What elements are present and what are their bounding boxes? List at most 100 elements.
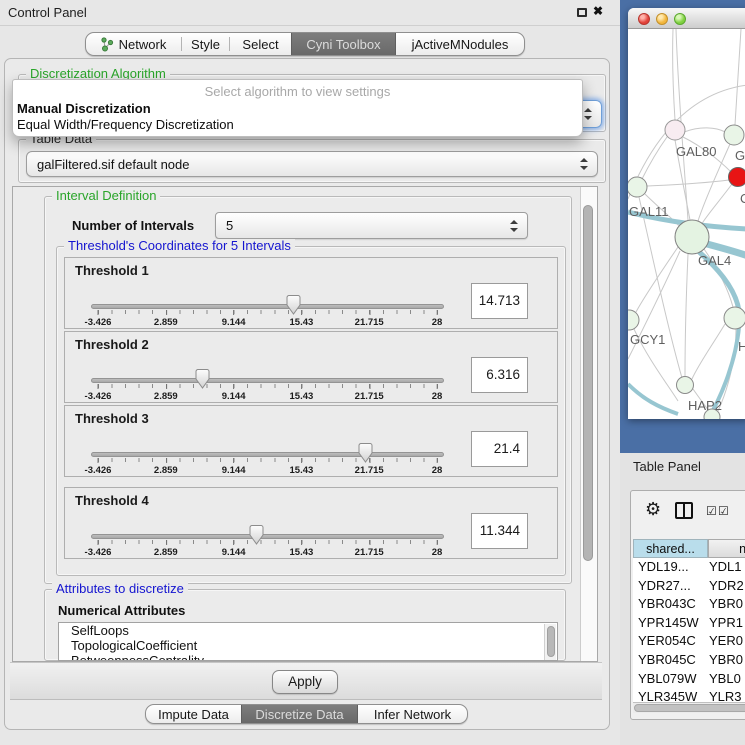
axis-tick-label: 9.144 xyxy=(222,547,246,558)
table-subwindow: ⚙ ☑ ☑ shared... na YDL19...YDL1YDR27...Y… xyxy=(630,490,745,720)
top-tab-bar: Network Style Select Cyni Toolbox jActiv… xyxy=(85,32,525,56)
tab-network[interactable]: Network xyxy=(86,33,181,55)
threshold-2-panel: Threshold 2 -3.4262.8599.14415.4321.7152… xyxy=(64,331,558,403)
table-row[interactable]: YDR27...YDR2 xyxy=(633,577,745,596)
table-row[interactable]: YLR345WYLR3 xyxy=(633,688,745,703)
horizontal-scrollbar-track[interactable] xyxy=(633,702,745,713)
threshold-4-value[interactable]: 11.344 xyxy=(471,513,528,549)
table-row[interactable]: YBR043CYBR0 xyxy=(633,595,745,614)
axis-tick-label: -3.426 xyxy=(85,465,112,476)
threshold-2-slider-track[interactable] xyxy=(91,378,444,383)
column-layout-icon[interactable] xyxy=(675,502,693,519)
numerical-attributes-list[interactable]: SelfLoopsTopologicalCoefficientBetweenne… xyxy=(58,622,558,661)
tab-select[interactable]: Select xyxy=(230,33,291,55)
threshold-1-value[interactable]: 14.713 xyxy=(471,283,528,319)
number-of-intervals-value: 5 xyxy=(226,213,233,239)
node-red[interactable] xyxy=(729,168,745,187)
close-traffic-light-icon[interactable] xyxy=(638,13,650,25)
cell-shared-name[interactable]: YBR043C xyxy=(633,595,709,614)
list-item[interactable]: TopologicalCoefficient xyxy=(59,638,557,653)
threshold-4-slider-track[interactable] xyxy=(91,534,444,539)
cell-shared-name[interactable]: YBL079W xyxy=(633,670,709,689)
cell-shared-name[interactable]: YBR045C xyxy=(633,651,709,670)
checkbox-column-icon[interactable]: ☑ xyxy=(706,504,717,518)
cell-name[interactable]: YBR0 xyxy=(709,595,743,614)
cell-shared-name[interactable]: YDL19... xyxy=(633,558,709,577)
dropdown-placeholder: Select algorithm to view settings xyxy=(13,84,582,99)
node-label-partial-top: GA xyxy=(735,148,745,163)
threshold-1-label: Threshold 1 xyxy=(75,263,149,278)
control-panel: Control Panel ✖ Network Style xyxy=(0,0,620,745)
tab-discretize-data-label: Discretize Data xyxy=(255,707,343,722)
number-of-intervals-spinner[interactable]: 5 xyxy=(215,212,528,239)
list-item[interactable]: BetweennessCentrality xyxy=(59,653,557,661)
axis-tick-label: 9.144 xyxy=(222,465,246,476)
tab-jactivemnodules[interactable]: jActiveMNodules xyxy=(396,33,524,55)
tab-style[interactable]: Style xyxy=(182,33,229,55)
axis-tick-label: 21.715 xyxy=(355,317,384,328)
column-header-name[interactable]: na xyxy=(708,539,745,558)
node-top-right[interactable] xyxy=(724,125,744,145)
cell-name[interactable]: YLR3 xyxy=(709,688,742,703)
apply-button[interactable]: Apply xyxy=(272,670,338,694)
checkbox-column-icon[interactable]: ☑ xyxy=(718,504,729,518)
threshold-3-slider-track[interactable] xyxy=(91,452,444,457)
table-header-row: shared... na xyxy=(633,539,745,558)
threshold-4-label: Threshold 4 xyxy=(75,493,149,508)
cell-shared-name[interactable]: YER054C xyxy=(633,632,709,651)
spinner-stepper-icon xyxy=(510,220,518,232)
zoom-traffic-light-icon[interactable] xyxy=(674,13,686,25)
cell-shared-name[interactable]: YPR145W xyxy=(633,614,709,633)
table-rows[interactable]: YDL19...YDL1YDR27...YDR2YBR043CYBR0YPR14… xyxy=(633,558,745,703)
axis-tick-label: 21.715 xyxy=(355,547,384,558)
cell-name[interactable]: YDR2 xyxy=(709,577,744,596)
threshold-2-value[interactable]: 6.316 xyxy=(471,357,528,393)
axis-tick-label: 2.859 xyxy=(154,391,178,402)
axis-tick-label: 28 xyxy=(432,391,443,402)
threshold-3-value[interactable]: 21.4 xyxy=(471,431,528,467)
list-item[interactable]: SelfLoops xyxy=(59,623,557,638)
cell-name[interactable]: YPR1 xyxy=(709,614,743,633)
table-row[interactable]: YBL079WYBL0 xyxy=(633,670,745,689)
cell-shared-name[interactable]: YDR27... xyxy=(633,577,709,596)
combo-stepper-icon xyxy=(584,108,592,120)
network-canvas[interactable]: GAL80 GA C GAL11 GAL4 GCY1 H HAP2 xyxy=(628,29,745,419)
cell-name[interactable]: YBL0 xyxy=(709,670,741,689)
vertical-scrollbar-thumb[interactable] xyxy=(583,205,593,561)
axis-tick-label: 28 xyxy=(432,317,443,328)
tab-cyni-toolbox-label: Cyni Toolbox xyxy=(306,37,380,52)
tab-impute-data[interactable]: Impute Data xyxy=(146,705,241,723)
cell-name[interactable]: YDL1 xyxy=(709,558,742,577)
dropdown-option-manual[interactable]: Manual Discretization xyxy=(17,101,151,116)
tab-cyni-toolbox[interactable]: Cyni Toolbox xyxy=(291,33,396,55)
cell-shared-name[interactable]: YLR345W xyxy=(633,688,709,703)
node-pink[interactable] xyxy=(665,120,685,140)
tab-infer-network-label: Infer Network xyxy=(374,707,451,722)
axis-tick-label: 15.43 xyxy=(290,317,314,328)
node-gal11[interactable] xyxy=(628,177,647,197)
node-h[interactable] xyxy=(724,307,745,329)
close-icon[interactable]: ✖ xyxy=(593,4,603,18)
threshold-1-slider-track[interactable] xyxy=(91,304,444,309)
float-window-icon[interactable] xyxy=(577,8,587,17)
tab-discretize-data[interactable]: Discretize Data xyxy=(241,705,358,723)
list-scrollbar-thumb[interactable] xyxy=(547,626,555,657)
table-data-combobox[interactable]: galFiltered.sif default node xyxy=(26,151,598,177)
tab-jactivemnodules-label: jActiveMNodules xyxy=(412,37,509,52)
cell-name[interactable]: YER0 xyxy=(709,632,743,651)
tab-infer-network[interactable]: Infer Network xyxy=(358,705,467,723)
gear-icon[interactable]: ⚙ xyxy=(645,500,661,518)
cell-name[interactable]: YBR0 xyxy=(709,651,743,670)
axis-tick-label: 9.144 xyxy=(222,391,246,402)
table-row[interactable]: YBR045CYBR0 xyxy=(633,651,745,670)
node-gal4[interactable] xyxy=(675,220,709,254)
minimize-traffic-light-icon[interactable] xyxy=(656,13,668,25)
horizontal-scrollbar-thumb[interactable] xyxy=(634,704,745,712)
table-row[interactable]: YDL19...YDL1 xyxy=(633,558,745,577)
table-row[interactable]: YPR145WYPR1 xyxy=(633,614,745,633)
node-gcy1[interactable] xyxy=(628,310,639,330)
column-header-shared[interactable]: shared... xyxy=(633,539,708,558)
dropdown-option-equal-width[interactable]: Equal Width/Frequency Discretization xyxy=(17,117,234,132)
node-hap2[interactable] xyxy=(677,377,694,394)
table-row[interactable]: YER054CYER0 xyxy=(633,632,745,651)
